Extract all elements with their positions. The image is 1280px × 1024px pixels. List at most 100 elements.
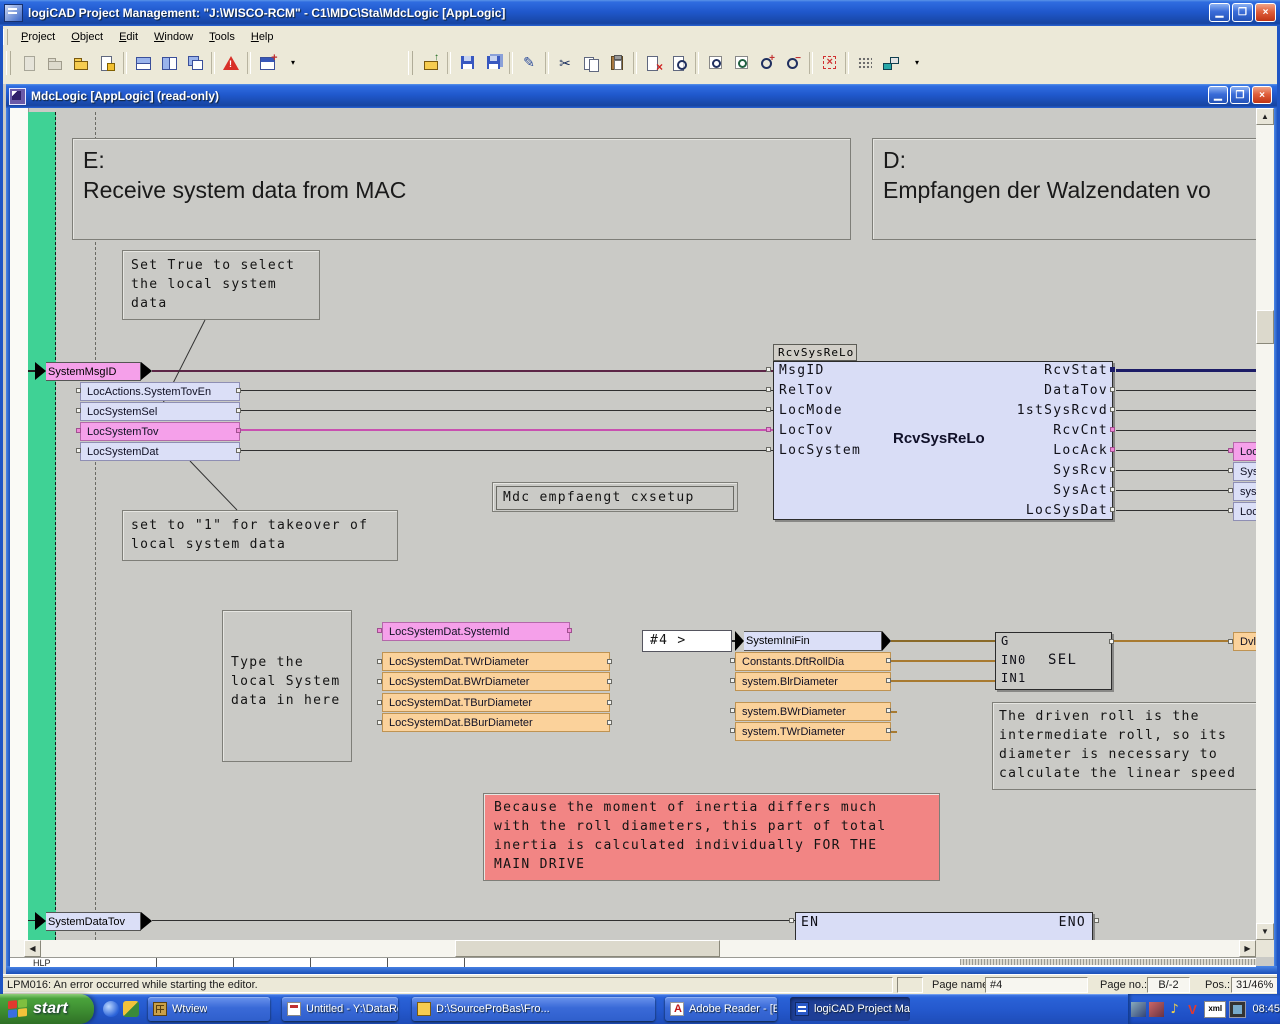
- input-flag-systemmsgid[interactable]: SystemMsgID: [35, 362, 152, 381]
- connection-tool-button[interactable]: [878, 50, 904, 75]
- var-label-locsystemtov[interactable]: LocSystemTov: [80, 422, 240, 441]
- zoom-out-button[interactable]: [780, 50, 806, 75]
- var-label-locactions-systemtoven[interactable]: LocActions.SystemTovEn: [80, 382, 240, 401]
- object-properties-button[interactable]: [94, 50, 120, 75]
- section-header-d[interactable]: D: Empfangen der Walzendaten vo: [872, 138, 1257, 240]
- var-label-dvl[interactable]: Dvl: [1233, 632, 1257, 651]
- copy-button[interactable]: [578, 50, 604, 75]
- window-dropdown-caret-button[interactable]: ▾: [280, 50, 306, 75]
- tray-display-icon[interactable]: [1229, 1001, 1246, 1018]
- toolbar-group-window: ▾: [4, 50, 306, 75]
- pin-connector: [1110, 407, 1115, 412]
- paste-button[interactable]: [604, 50, 630, 75]
- tray-antivirus-icon[interactable]: V: [1185, 1002, 1200, 1017]
- comment-type-local[interactable]: Type the local System data in here: [222, 610, 352, 762]
- var-label-sysid[interactable]: LocSystemDat.SystemId: [382, 622, 570, 641]
- inner-maximize-button[interactable]: ❐: [1230, 86, 1250, 104]
- var-label-systeminifin[interactable]: SystemIniFin: [735, 631, 891, 651]
- comment-driven-roll[interactable]: The driven roll is the intermediate roll…: [992, 702, 1260, 790]
- toolbar-separator: [247, 52, 251, 74]
- horizontal-scroll-thumb[interactable]: [455, 940, 720, 957]
- pin-connector: [607, 659, 612, 664]
- menu-help[interactable]: Help: [243, 27, 282, 47]
- folder-icon: [417, 1002, 431, 1016]
- cascade-windows-button[interactable]: [182, 50, 208, 75]
- toolbar-separator: [123, 52, 127, 74]
- save-button[interactable]: [454, 50, 480, 75]
- close-button[interactable]: ×: [1255, 3, 1276, 22]
- delete-object-button[interactable]: [640, 50, 666, 75]
- var-label-sys-twrdiameter[interactable]: system.TWrDiameter: [735, 722, 891, 741]
- var-label-right-3[interactable]: syst: [1233, 482, 1257, 501]
- tool-dropdown-caret-button[interactable]: ▾: [904, 50, 930, 75]
- menu-project[interactable]: Project: [13, 27, 63, 47]
- grid-button[interactable]: [852, 50, 878, 75]
- section-header-e[interactable]: E: Receive system data from MAC: [72, 138, 851, 240]
- wire: [1112, 640, 1231, 642]
- comment-inertia[interactable]: Because the moment of inertia differs mu…: [483, 793, 940, 881]
- zoom-in-button[interactable]: [754, 50, 780, 75]
- parent-folder-button[interactable]: [418, 50, 444, 75]
- new-window-button[interactable]: [254, 50, 280, 75]
- comment-mdc-box[interactable]: Mdc empfaengt cxsetup: [492, 482, 738, 512]
- var-label-bwrdiameter[interactable]: LocSystemDat.BWrDiameter: [382, 672, 610, 691]
- function-block-tab[interactable]: RcvSysReLo: [773, 344, 857, 361]
- tray-audio-icon[interactable]: ♪: [1167, 1002, 1182, 1017]
- tray-xml-icon[interactable]: xml: [1204, 1001, 1226, 1018]
- var-label-sys-bwrdiameter[interactable]: system.BWrDiameter: [735, 702, 891, 721]
- scroll-right-button[interactable]: ▶: [1239, 940, 1256, 957]
- var-label-locsystemdat[interactable]: LocSystemDat: [80, 442, 240, 461]
- window-border-left: [0, 26, 3, 994]
- input-flag-systemdatatov[interactable]: SystemDataTov: [35, 912, 152, 931]
- taskbar-button-explorer[interactable]: D:\SourceProBas\Fro...: [412, 997, 655, 1021]
- var-label-right-2[interactable]: Sys: [1233, 462, 1257, 481]
- menu-window[interactable]: Window: [146, 27, 201, 47]
- edit-logic-button[interactable]: ✎: [516, 50, 542, 75]
- var-label-locsystemsel[interactable]: LocSystemSel: [80, 402, 240, 421]
- open-object-button[interactable]: [42, 50, 68, 75]
- taskbar-button-wtview[interactable]: Wtview: [148, 997, 270, 1021]
- vertical-scrollbar[interactable]: [1256, 108, 1274, 957]
- cascade-windows-icon: [187, 55, 203, 71]
- menu-edit[interactable]: Edit: [111, 27, 146, 47]
- menu-tools[interactable]: Tools: [201, 27, 243, 47]
- check-object-button[interactable]: [666, 50, 692, 75]
- var-label-right-1[interactable]: Loc: [1233, 442, 1257, 461]
- fit-view-button[interactable]: [816, 50, 842, 75]
- comment-takeover[interactable]: set to "1" for takeover of local system …: [122, 510, 398, 561]
- var-label-dftrolldia[interactable]: Constants.DftRollDia: [735, 652, 891, 671]
- tray-device-icon[interactable]: [1149, 1002, 1164, 1017]
- inner-close-button[interactable]: ×: [1252, 86, 1272, 104]
- inner-minimize-button[interactable]: ▁: [1208, 86, 1228, 104]
- tray-network-icon[interactable]: [1131, 1002, 1146, 1017]
- tile-horizontal-button[interactable]: [130, 50, 156, 75]
- scroll-left-button[interactable]: ◀: [24, 940, 41, 957]
- minimize-button[interactable]: ▁: [1209, 3, 1230, 22]
- eno-pin: ENO: [1040, 915, 1086, 930]
- tile-vertical-button[interactable]: [156, 50, 182, 75]
- new-document-button[interactable]: [16, 50, 42, 75]
- sheet-tab-hlp[interactable]: HLP: [33, 958, 51, 967]
- taskbar-button-untitled[interactable]: Untitled - Y:\DataRolli...: [282, 997, 398, 1021]
- maximize-button[interactable]: ❐: [1232, 3, 1253, 22]
- zoom-page-button[interactable]: [728, 50, 754, 75]
- taskbar-button-logicad[interactable]: logiCAD Project Mana...: [790, 997, 910, 1021]
- open-folder-button[interactable]: [68, 50, 94, 75]
- taskbar-button-adobe[interactable]: Adobe Reader - [E06...: [665, 997, 777, 1021]
- vertical-scroll-thumb[interactable]: [1256, 310, 1274, 344]
- var-label-tburdiameter[interactable]: LocSystemDat.TBurDiameter: [382, 693, 610, 712]
- var-label-right-4[interactable]: Loc: [1233, 502, 1257, 521]
- zoom-region-button[interactable]: [702, 50, 728, 75]
- menu-object[interactable]: Object: [63, 27, 111, 47]
- error-list-button[interactable]: [218, 50, 244, 75]
- var-label-bburdiameter[interactable]: LocSystemDat.BBurDiameter: [382, 713, 610, 732]
- scroll-down-button[interactable]: ▼: [1256, 923, 1274, 940]
- inner-window-title: MdcLogic [AppLogic] (read-only): [31, 89, 219, 103]
- comment-set-true[interactable]: Set True to select the local system data: [122, 250, 320, 320]
- scroll-up-button[interactable]: ▲: [1256, 108, 1274, 125]
- save-all-button[interactable]: [480, 50, 506, 75]
- var-label-blrdiameter[interactable]: system.BlrDiameter: [735, 672, 891, 691]
- var-label-twrdiameter[interactable]: LocSystemDat.TWrDiameter: [382, 652, 610, 671]
- cut-button[interactable]: ✂: [552, 50, 578, 75]
- literal-value-box[interactable]: #4 >: [642, 630, 732, 652]
